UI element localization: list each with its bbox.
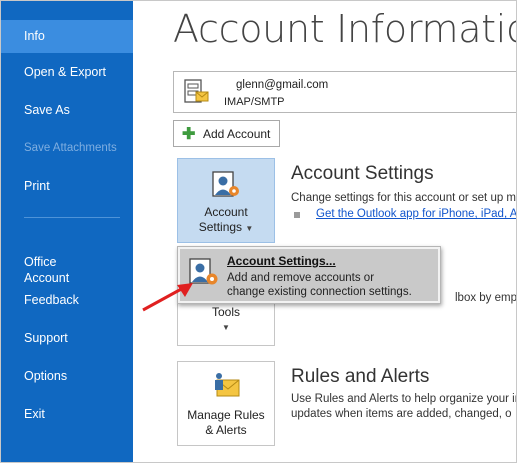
account-settings-heading: Account Settings [291,163,434,184]
sidebar-item-info[interactable]: Info [1,20,133,53]
sidebar-item-feedback[interactable]: Feedback [1,292,133,308]
plus-icon: ✚ [182,126,196,143]
rules-alerts-icon [215,373,240,397]
rules-alerts-description-1: Use Rules and Alerts to help organize yo… [291,393,517,405]
add-account-label: Add Account [203,127,271,141]
tools-description: lbox by emptyi [455,292,517,304]
outlook-app-link[interactable]: Get the Outlook app for iPhone, iPad, A [316,208,516,220]
account-type: IMAP/SMTP [224,96,285,108]
menu-item-description: Add and remove accounts or change existi… [227,271,437,299]
sidebar-item-support[interactable]: Support [1,330,133,346]
chevron-down-icon: ▼ [222,323,230,332]
sidebar-item-save-as[interactable]: Save As [1,102,133,118]
account-settings-icon [212,171,239,197]
add-account-button[interactable]: ✚ Add Account [173,120,280,147]
sidebar-item-label: Exit [24,407,45,421]
account-settings-button-label-1: Account [204,205,248,219]
menu-item-description-line-1: Add and remove accounts or [227,272,375,284]
mail-account-icon [184,79,209,103]
account-settings-description: Change settings for this account or set … [291,192,517,204]
account-email: glenn@gmail.com [236,79,329,91]
sidebar-item-label: Open & Export [24,65,106,79]
menu-item-description-line-2: change existing connection settings. [227,286,412,298]
sidebar-item-label: Save Attachments [24,142,117,154]
rules-alerts-description-2: updates when items are added, changed, o [291,408,512,420]
sidebar-item-label: Options [24,369,68,383]
sidebar-item-label: Save As [24,103,70,117]
sidebar-item-label: Support [24,331,68,345]
manage-rules-label-1: Manage Rules [187,408,265,422]
sidebar-item-label: Print [24,179,50,193]
backstage-main: Account Information glenn@gmail.com IMAP… [133,1,517,462]
sidebar-item-print[interactable]: Print [1,178,133,194]
sidebar-item-open-export[interactable]: Open & Export [1,64,133,80]
outlook-backstage-window: Info Open & Export Save As Save Attachme… [0,0,517,463]
sidebar-item-label: Office Account [24,255,70,285]
menu-item-title: Account Settings... [227,254,336,268]
account-settings-button-label-2: Settings ▼ [178,220,274,236]
manage-rules-label-2: & Alerts [205,423,247,437]
sidebar-item-options[interactable]: Options [1,368,133,384]
sidebar-item-label: Feedback [24,293,79,307]
backstage-sidebar: Info Open & Export Save As Save Attachme… [1,1,133,462]
annotation-arrow-icon [142,283,193,312]
account-settings-button-label-text: Settings [198,220,243,234]
sidebar-item-exit[interactable]: Exit [1,406,133,422]
sidebar-divider [24,217,120,218]
sidebar-item-save-attachments: Save Attachments [1,140,133,156]
manage-rules-alerts-button[interactable]: Manage Rules & Alerts [177,361,275,446]
sidebar-item-label: Info [24,29,45,43]
chevron-down-icon: ▼ [245,224,254,233]
sidebar-item-office-account[interactable]: Office Account [1,238,133,286]
menu-item-account-settings[interactable]: Account Settings... Add and remove accou… [180,249,438,301]
account-settings-button[interactable]: Account Settings ▼ [177,158,275,243]
account-settings-dropdown-menu: Account Settings... Add and remove accou… [177,246,441,304]
page-title: Account Information [173,7,517,51]
bullet-icon [294,212,300,218]
rules-alerts-heading: Rules and Alerts [291,366,430,387]
account-selector[interactable]: glenn@gmail.com IMAP/SMTP [173,71,516,113]
